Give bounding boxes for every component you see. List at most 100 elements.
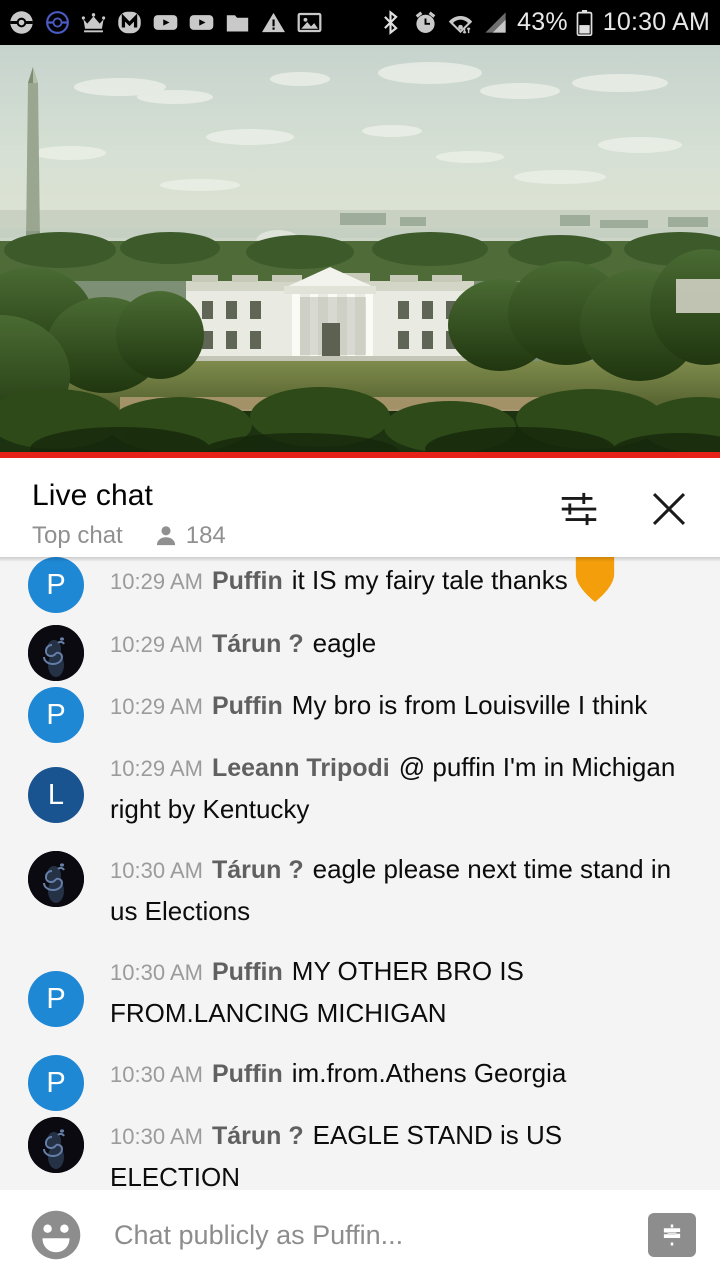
viewer-count-group: 184 [153,522,226,550]
chat-mode-label[interactable]: Top chat [32,522,123,550]
bluetooth-icon [384,10,398,35]
dollar-icon [663,1224,681,1246]
avatar: P [28,687,84,743]
avatar [28,625,84,681]
live-chat-subrow: Top chat 184 [32,522,556,550]
video-frame-white-house [0,45,720,458]
live-chat-actions [556,458,720,532]
message-text: im.from.Athens Georgia [291,1058,567,1088]
chat-message-inner: 10:29 AM Tárun ? eagle [0,613,704,675]
youtube-play-icon-2 [189,15,214,30]
message-author[interactable]: Puffin [212,958,283,986]
message-text: eagle [312,628,377,658]
pokeball-blue-icon [46,11,69,34]
chat-message-inner: 10:30 AM Tárun ? EAGLE STAND is US ELECTIO… [0,1105,704,1190]
avatar: P [28,971,84,1027]
android-status-bar: 43% 10:30 AM [0,0,720,45]
youtube-live-chat-screen: 43% 10:30 AM Live chat Top chat 184 P 10… [0,0,720,1280]
chat-message-inner: 10:29 AM Puffin My bro is from Louisville … [0,675,704,737]
crown-icon [81,13,106,33]
orange-heart-badge-icon [575,557,614,602]
person-icon [156,526,175,546]
message-timestamp: 10:29 AM [110,569,203,594]
avatar: L [28,767,84,823]
om-symbol-avatar-icon [28,1117,84,1173]
wifi-icon [448,15,473,34]
avatar-letter: P [46,699,66,731]
sliders-icon [561,492,597,526]
message-timestamp: 10:30 AM [110,960,203,985]
chat-message-body: 10:29 AM Tárun ? eagle [0,623,704,665]
status-bar-clock: 10:30 AM [602,8,710,36]
chat-message-inner: 10:29 AM Puffin it IS my fairy tale thanks [0,557,704,613]
message-timestamp: 10:30 AM [110,858,203,883]
image-icon [297,12,322,33]
live-chat-titles: Live chat Top chat 184 [0,458,556,550]
message-text: My bro is from Louisville I think [291,690,648,720]
chat-message[interactable]: 10:29 AM Tárun ? eagle [0,613,720,681]
chat-message-body: 10:29 AM Leeann Tripodi @ puffin I'm in Mi… [0,747,704,829]
close-icon [652,492,686,526]
chat-message-body: 10:30 AM Puffin MY OTHER BRO IS FROM.LANCI… [0,951,704,1033]
avatar: P [28,557,84,613]
emoji-icon[interactable] [28,1207,84,1263]
avatar [28,1117,84,1173]
chat-message-body: 10:30 AM Puffin im.from.Athens Georgia [0,1053,704,1095]
warning-triangle-icon [262,12,285,33]
chat-message-inner: 10:30 AM Tárun ? eagle please next time st… [0,839,704,941]
message-author[interactable]: Tárun ? [212,856,304,884]
avatar-letter: P [46,1067,66,1099]
chat-message-inner: 10:30 AM Puffin MY OTHER BRO IS FROM.LANCI… [0,941,704,1043]
message-text: it IS my fairy tale thanks [291,565,568,595]
chat-message-inner: 10:29 AM Leeann Tripodi @ puffin I'm in Mi… [0,737,704,839]
chat-message[interactable]: P 10:29 AM Puffin it IS my fairy tale than… [0,557,720,613]
battery-icon [576,9,593,36]
status-bar-notification-icons [8,9,323,36]
viewer-count-label: 184 [185,522,226,549]
avatar-letter: L [47,779,65,811]
chat-message[interactable]: P 10:30 AM Puffin im.from.Athens Georgia [0,1043,720,1111]
chat-message[interactable]: P 10:30 AM Puffin MY OTHER BRO IS FROM.LAN… [0,941,720,1043]
chat-message[interactable]: 10:30 AM Tárun ? EAGLE STAND is US ELECTIO… [0,1105,720,1190]
chat-message-body: 10:29 AM Puffin My bro is from Louisville … [0,685,704,727]
messenger-m-icon [118,11,141,34]
message-author[interactable]: Puffin [212,567,283,595]
message-author[interactable]: Puffin [212,1060,283,1088]
message-timestamp: 10:29 AM [110,694,203,719]
message-timestamp: 10:30 AM [110,1062,203,1087]
chat-input-bar [0,1190,720,1280]
live-chat-message-list[interactable]: P 10:29 AM Puffin it IS my fairy tale than… [0,557,720,1190]
om-symbol-avatar-icon [28,625,84,681]
message-author[interactable]: Puffin [212,692,283,720]
chat-input[interactable] [114,1215,648,1255]
om-symbol-avatar-icon [28,851,84,907]
live-chat-header: Live chat Top chat 184 [0,458,720,557]
avatar-letter: P [46,569,66,601]
message-author[interactable]: Leeann Tripodi [212,754,390,782]
chat-message-body: 10:30 AM Tárun ? EAGLE STAND is US ELECTIO… [0,1115,704,1190]
chat-message[interactable]: 10:30 AM Tárun ? eagle please next time st… [0,839,720,941]
chat-message[interactable]: P 10:29 AM Puffin My bro is from Louisvill… [0,675,720,743]
message-author[interactable]: Tárun ? [212,630,304,658]
live-chat-title: Live chat [32,479,153,512]
cellular-signal-icon [485,12,506,33]
message-author[interactable]: Tárun ? [212,1122,304,1150]
chat-settings-button[interactable] [556,486,602,532]
message-timestamp: 10:30 AM [110,1124,203,1149]
super-chat-button[interactable] [648,1213,696,1257]
youtube-play-icon [153,15,178,30]
alarm-clock-icon [415,11,436,33]
video-player[interactable] [0,45,720,458]
chat-message[interactable]: L 10:29 AM Leeann Tripodi @ puffin I'm in … [0,737,720,839]
avatar-letter: P [46,983,66,1015]
status-bar-system-icons: 43% 10:30 AM [377,9,710,36]
battery-percent-label: 43% [517,8,568,36]
avatar [28,851,84,907]
message-timestamp: 10:29 AM [110,632,203,657]
close-chat-button[interactable] [646,486,692,532]
pokeball-grey-icon [10,11,33,34]
folder-icon [226,15,249,32]
chat-message-body: 10:30 AM Tárun ? eagle please next time st… [0,849,704,931]
chat-message-inner: 10:30 AM Puffin im.from.Athens Georgia [0,1043,704,1105]
chat-message-body: 10:29 AM Puffin it IS my fairy tale thanks [0,557,704,603]
